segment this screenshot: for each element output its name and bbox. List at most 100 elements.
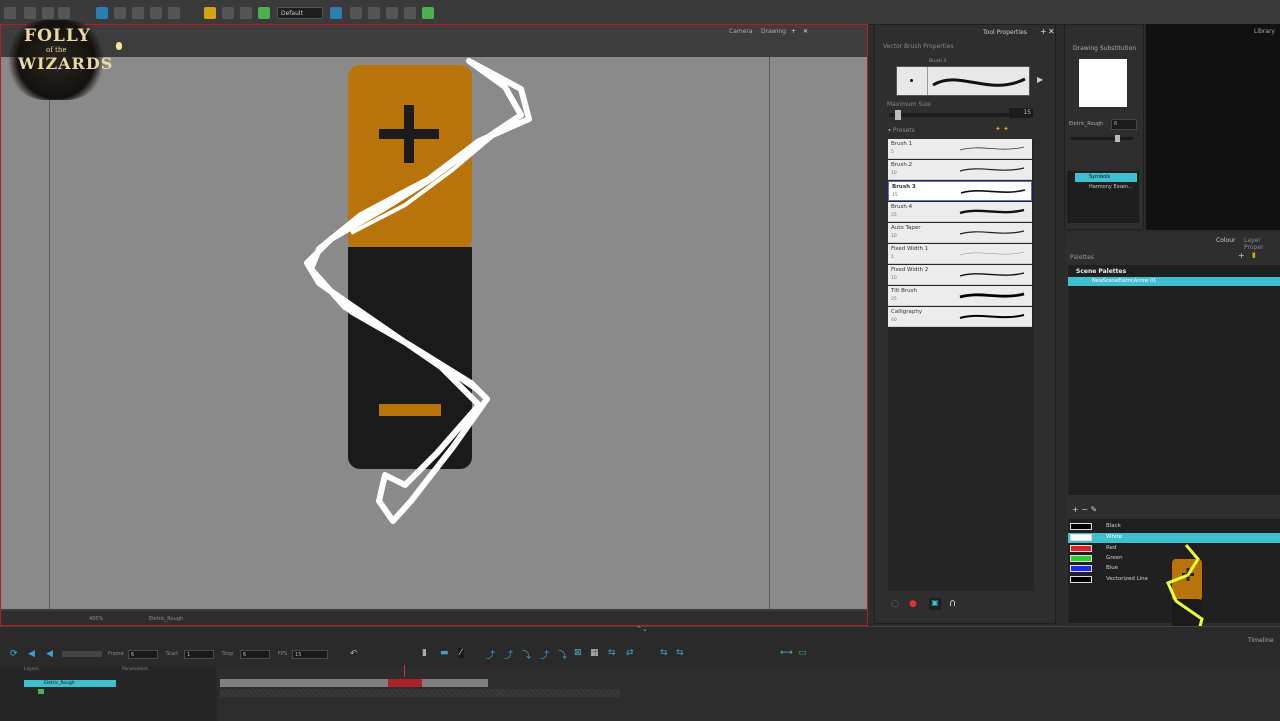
drawing-icon[interactable]: ▬ [440,648,449,658]
preset-fixed-width-1[interactable]: Fixed Width 1 1 [888,244,1032,264]
preset-tools-icon[interactable]: ✦ ✦ [995,125,1009,133]
reverse-icon[interactable]: ⇆ [608,648,616,658]
tab-colour[interactable]: Colour [1216,237,1235,244]
add-colour-icon[interactable]: + − ✎ [1072,505,1097,514]
timeline-settings-icon[interactable]: ▭ [798,648,807,658]
preset-brush-3[interactable]: Brush 3 15 [888,181,1032,201]
collapse-icon[interactable]: ⌃⌄ [636,625,648,633]
duplicate-icon[interactable]: ⇆ [660,648,668,658]
brush-tool-icon[interactable] [422,7,434,19]
tab-drawing[interactable]: Drawing [761,28,786,35]
bone-icon[interactable] [368,7,380,19]
fps-field[interactable]: 15 [292,650,328,659]
substitution-thumbnail[interactable] [1079,59,1127,107]
lasso-icon[interactable]: ◌ [891,599,899,609]
zoom-level[interactable]: 400% [89,616,103,622]
open-icon[interactable] [204,7,216,19]
close-panel-icon[interactable]: ✕ [1048,27,1055,36]
swatch-black[interactable]: Black [1068,522,1280,532]
layer-color-icon[interactable] [38,689,44,694]
current-frame-cell[interactable] [388,679,422,687]
clone-icon[interactable]: ⇄ [626,648,634,658]
fps-label: FPS [278,651,288,657]
preset-brush-1[interactable]: Brush 1 5 [888,139,1032,159]
preset-brush-4[interactable]: Brush 4 25 [888,202,1032,222]
frame-label: Frame [108,651,124,657]
stop-motion-icon[interactable]: ⤵ [522,648,531,661]
tab-layer-properties[interactable]: Layer Proper [1244,237,1280,251]
brush-expand-arrow-icon[interactable]: ▶ [1037,75,1043,84]
pivot-icon[interactable] [168,7,180,19]
library-item-harmony[interactable]: Harmony Essen... [1075,183,1137,192]
magnet-icon[interactable]: ∩ [949,598,956,609]
logo-line1: FOLLY [24,26,91,46]
cutter-icon[interactable] [132,7,144,19]
preset-fixed-width-2[interactable]: Fixed Width 2 10 [888,265,1032,285]
max-size-field[interactable]: 15 [1009,108,1033,118]
extend-icon[interactable]: ⊠ [574,648,582,658]
brush-tip-preview [897,67,928,95]
layer-row-eletric-rough[interactable]: Eletric_Rough [24,680,116,687]
add-palette-icon[interactable]: + [1238,251,1245,260]
sequence-icon[interactable]: ⇆ [676,648,684,658]
menu-icon[interactable] [4,7,16,19]
record-icon[interactable]: ● [909,599,917,609]
play-icon[interactable] [330,7,342,19]
ease-in-icon[interactable]: ⤴ [540,648,549,661]
undo-icon[interactable] [24,7,36,19]
brush-preview[interactable] [896,66,1030,96]
logo-line3: WIZARDS [18,54,114,73]
add-panel-icon[interactable]: + [1040,27,1047,36]
substitution-slider[interactable] [1071,135,1133,142]
drawing-value-field[interactable]: 6 [1111,119,1137,130]
preset-tilt-brush[interactable]: Tilt Brush 25 [888,286,1032,306]
start-field[interactable]: 1 [184,650,214,659]
export-icon[interactable] [258,7,270,19]
drawing-viewport[interactable]: Camera Drawing + ✕ 400% Eletric_Rough [0,24,868,626]
preset-calligraphy[interactable]: Calligraphy 40 [888,307,1032,327]
library-item-symbols[interactable]: Symbols [1075,173,1137,182]
start-label: Start [166,651,179,657]
settings-icon[interactable] [58,7,70,19]
close-view-icon[interactable]: ✕ [803,28,808,35]
exposure-track[interactable] [220,679,488,687]
mute-icon[interactable]: ◀ [46,649,53,659]
frame-field[interactable]: 6 [128,650,158,659]
deformer-icon[interactable] [350,7,362,19]
swatch-chip [1070,523,1092,530]
add-view-icon[interactable]: + [791,28,796,35]
onion-skin-icon[interactable]: ↶ [350,649,358,659]
transform-icon[interactable] [114,7,126,19]
preset-auto-taper[interactable]: Auto Taper 10 [888,223,1032,243]
keyframe-icon[interactable]: ▮ [422,648,427,658]
contour-icon[interactable] [150,7,162,19]
playback-speed-slider[interactable] [62,651,102,657]
timeline-tracks[interactable] [218,665,1280,721]
palette-folder-icon[interactable]: ▮ [1252,251,1256,259]
pencil-icon[interactable]: ⁄ [458,648,464,658]
save-icon[interactable] [222,7,234,19]
easing-icon[interactable]: ⤴ [486,648,495,661]
drawing-name: Eletric_Rough [1069,121,1104,127]
fit-icon[interactable]: ⟷ [780,648,793,658]
canvas[interactable] [1,57,867,609]
redo-icon[interactable] [42,7,54,19]
loop-icon[interactable]: ⟳ [10,649,18,659]
pressure-icon[interactable]: ▣ [929,598,941,610]
motion-icon[interactable]: ⤴ [504,648,513,661]
tab-camera[interactable]: Camera [729,28,753,35]
rigging-icon[interactable] [386,7,398,19]
stop-field[interactable]: 6 [240,650,270,659]
ease-out-icon[interactable]: ⤵ [558,648,567,661]
sound-icon[interactable]: ◀ [28,649,35,659]
playhead[interactable] [404,665,405,677]
insert-icon[interactable]: ▦ [590,648,599,658]
preset-brush-2[interactable]: Brush 2 10 [888,160,1032,180]
import-icon[interactable] [240,7,252,19]
workspace-select[interactable]: Default [277,7,323,19]
palette-item[interactable]: NewSceneEletricArrow 01 [1068,277,1280,286]
select-tool-icon[interactable] [96,7,108,19]
kinematic-icon[interactable] [404,7,416,19]
max-size-slider[interactable] [889,110,1009,120]
view-tabs: Camera Drawing + ✕ [707,25,867,39]
